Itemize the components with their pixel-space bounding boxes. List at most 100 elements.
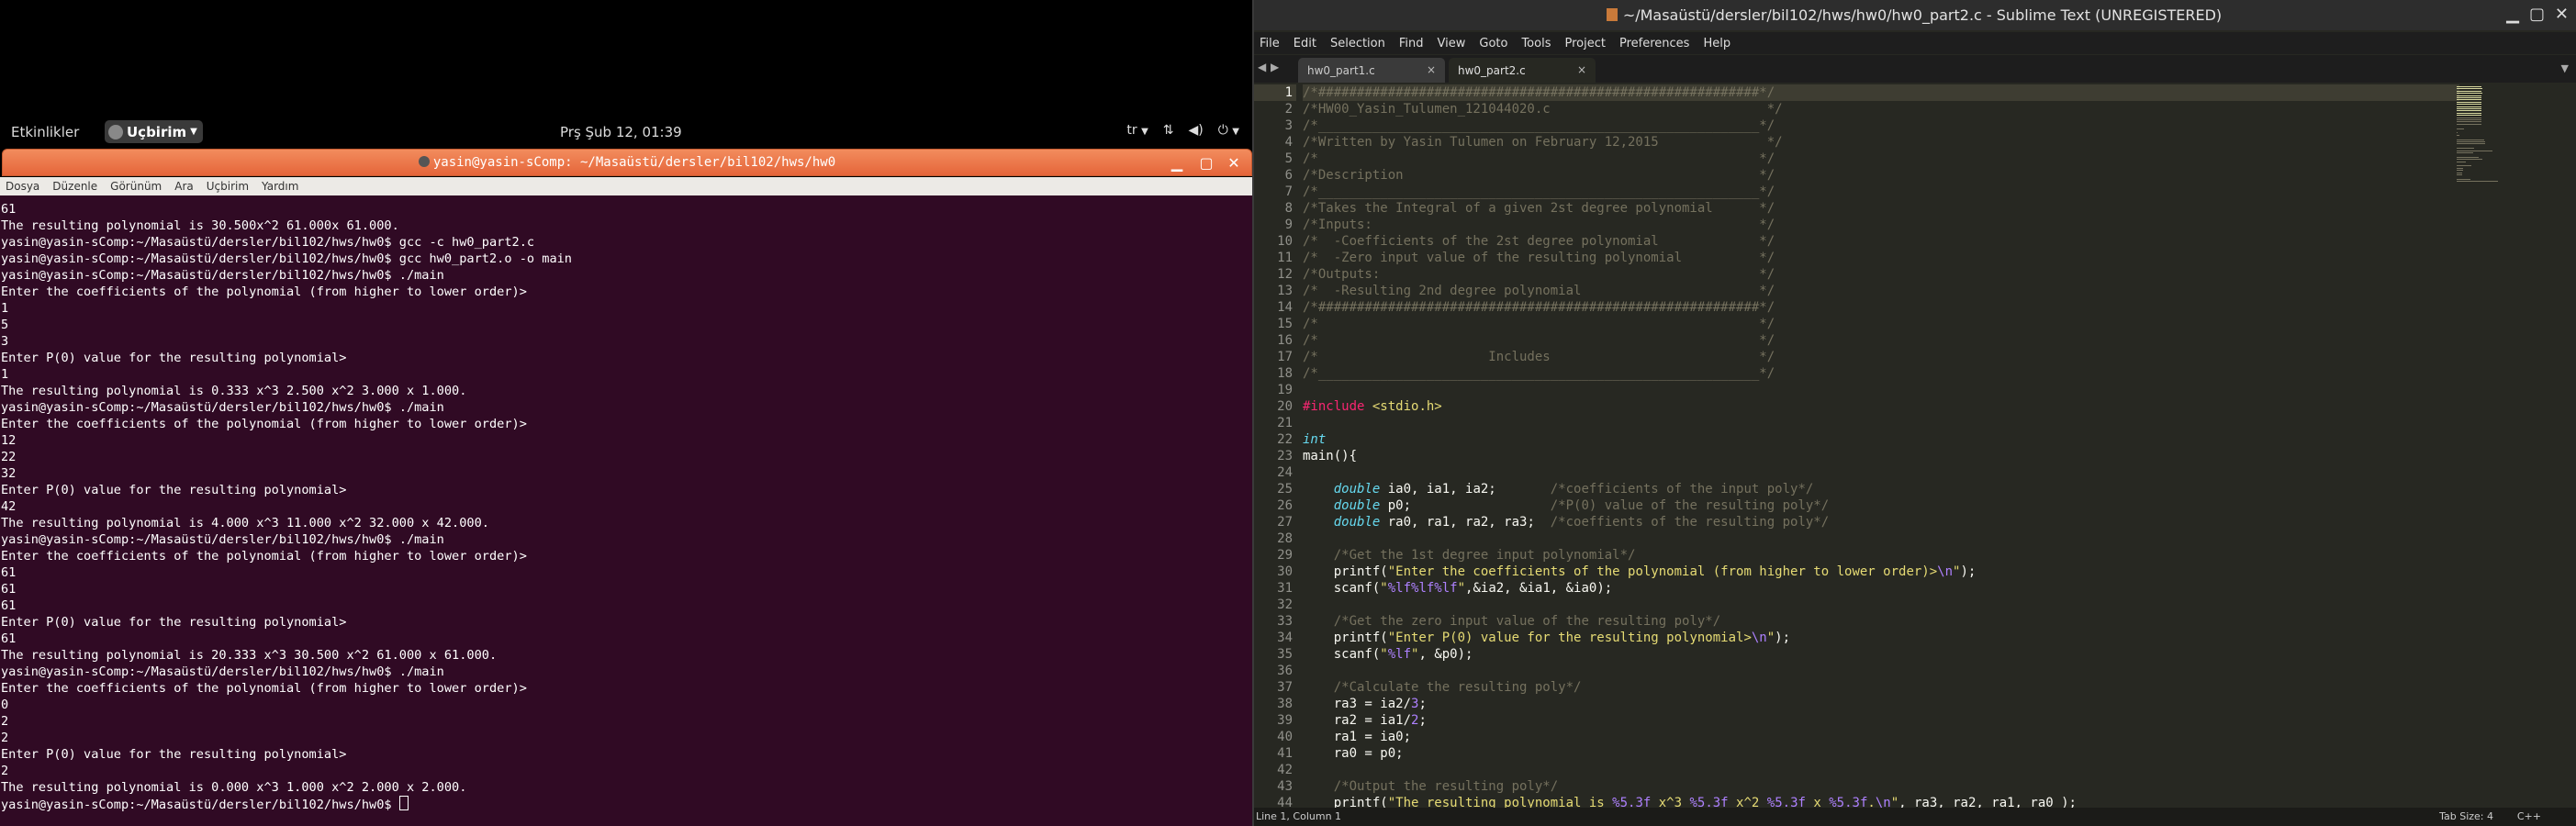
minimap-line <box>2457 156 2480 158</box>
sublime-menubar: File Edit Selection Find View Goto Tools… <box>1252 32 2576 54</box>
network-icon[interactable]: ⇅ <box>1163 123 1174 138</box>
code-token: x <box>1805 796 1830 808</box>
code-token: \n <box>1751 631 1767 645</box>
menu-terminal[interactable]: Uçbirim <box>207 180 249 193</box>
code-line: ra0 = p0; <box>1303 745 2459 762</box>
tab-label: hw0_part1.c <box>1307 64 1375 77</box>
close-icon[interactable]: ✕ <box>1226 155 1242 172</box>
line-number-gutter: 1 2 3 4 5 6 7 8 9 10 11 12 13 14 15 16 17 18 19 20 21 22 23 24 2… <box>1252 84 1296 808</box>
menu-help[interactable]: Yardım <box>262 180 298 193</box>
menu-file[interactable]: File <box>1260 37 1280 50</box>
code-token: int <box>1303 432 1327 447</box>
code-token: /*Written by Yasin Tulumen on February 1… <box>1303 135 1783 150</box>
menu-search[interactable]: Ara <box>174 180 194 193</box>
cursor-position: Line 1, Column 1 <box>1256 810 1342 822</box>
keyboard-layout-indicator[interactable]: tr ▼ <box>1126 123 1148 138</box>
code-line: /*Takes the Integral of a given 2st degr… <box>1303 200 2459 217</box>
terminal-line: Enter P(0) value for the resulting polyn… <box>1 483 347 497</box>
syntax-selector[interactable]: C++ <box>2517 810 2541 822</box>
maximize-icon[interactable]: ▢ <box>1198 155 1215 172</box>
menu-goto[interactable]: Goto <box>1479 37 1507 50</box>
code-token: " <box>1766 631 1775 645</box>
code-line: double ra0, ra1, ra2, ra3; /*coeffients … <box>1303 514 2459 530</box>
code-line: /*######################################… <box>1303 299 2459 316</box>
volume-icon[interactable]: ◀) <box>1189 123 1204 138</box>
minimize-icon[interactable]: ▁ <box>1169 155 1185 172</box>
code-line: /* -Resulting 2nd degree polynomial */ <box>1303 283 2459 299</box>
terminal-line: Enter P(0) value for the resulting polyn… <box>1 747 347 762</box>
menu-preferences[interactable]: Preferences <box>1619 37 1689 50</box>
power-icon[interactable]: ⏻ ▼ <box>1218 123 1239 138</box>
line-number: 7 <box>1284 184 1293 199</box>
code-token: printf( <box>1303 564 1388 579</box>
menu-file[interactable]: Dosya <box>6 180 39 193</box>
code-area[interactable]: /*######################################… <box>1303 84 2459 808</box>
menu-view[interactable]: View <box>1438 37 1466 50</box>
line-number: 21 <box>1277 416 1293 430</box>
terminal-line: 61 <box>1 202 17 217</box>
code-line: /*Inputs: */ <box>1303 217 2459 233</box>
line-number: 10 <box>1277 234 1293 249</box>
terminal-line: Enter P(0) value for the resulting polyn… <box>1 351 347 365</box>
minimap[interactable] <box>2455 86 2512 215</box>
menu-view[interactable]: Görünüm <box>110 180 162 193</box>
nav-forward-icon[interactable]: ▶ <box>1271 61 1279 73</box>
menu-help[interactable]: Help <box>1703 37 1730 50</box>
code-token: ,&ia2, &ia1, &ia0); <box>1465 581 1613 596</box>
code-token: scanf( <box>1303 581 1381 596</box>
minimize-icon[interactable]: ▁ <box>2506 5 2519 24</box>
terminal-line: The resulting polynomial is 30.500x^2 61… <box>1 218 399 233</box>
tab-hw0-part2[interactable]: hw0_part2.c × <box>1449 58 1596 83</box>
code-line: /* Includes */ <box>1303 349 2459 365</box>
menu-selection[interactable]: Selection <box>1330 37 1385 50</box>
line-number: 39 <box>1277 713 1293 728</box>
minimap-line <box>2457 121 2482 123</box>
code-line: main(){ <box>1303 448 2459 464</box>
terminal-line: yasin@yasin-sComp:~/Masaüstü/dersler/bil… <box>1 235 535 250</box>
menu-tools[interactable]: Tools <box>1521 37 1551 50</box>
app-menu-button[interactable]: Uçbirim ▼ <box>105 120 203 143</box>
terminal-line: Enter the coefficients of the polynomial… <box>1 549 527 564</box>
code-editor[interactable]: 1 2 3 4 5 6 7 8 9 10 11 12 13 14 15 16 17 18 19 20 21 22 23 24 2… <box>1252 84 2576 808</box>
close-icon[interactable]: × <box>1577 63 1586 76</box>
code-token: /*Inputs: */ <box>1303 218 1775 232</box>
menu-edit[interactable]: Edit <box>1294 37 1316 50</box>
line-number: 11 <box>1277 251 1293 265</box>
code-token: " <box>1380 581 1388 596</box>
sublime-titlebar[interactable]: ~/Masaüstü/dersler/bil102/hws/hw0/hw0_pa… <box>1252 0 2576 30</box>
activities-button[interactable]: Etkinlikler <box>11 124 79 140</box>
sublime-title: ~/Masaüstü/dersler/bil102/hws/hw0/hw0_pa… <box>1622 6 2223 24</box>
terminal-line: 61 <box>1 631 17 646</box>
clock[interactable]: Prş Şub 12, 01:39 <box>560 124 682 140</box>
code-line: ra2 = ia1/2; <box>1303 712 2459 729</box>
code-line: /*______________________________________… <box>1303 365 2459 382</box>
terminal-output[interactable]: 61 The resulting polynomial is 30.500x^2 … <box>0 195 1252 826</box>
code-token: x^2 <box>1728 796 1767 808</box>
terminal-titlebar[interactable]: yasin@yasin-sComp: ~/Masaüstü/dersler/bi… <box>2 149 1252 176</box>
terminal-line: 2 <box>1 764 9 778</box>
vertical-scrollbar[interactable] <box>2565 84 2576 808</box>
line-number: 23 <box>1277 449 1293 463</box>
code-line: ra1 = ia0; <box>1303 729 2459 745</box>
code-line: /*Get the zero input value of the result… <box>1303 613 2459 630</box>
close-icon[interactable]: × <box>1427 63 1436 76</box>
maximize-icon[interactable]: ▢ <box>2529 5 2545 24</box>
menu-project[interactable]: Project <box>1564 37 1605 50</box>
line-number: 30 <box>1277 564 1293 579</box>
menu-find[interactable]: Find <box>1399 37 1424 50</box>
code-line: /* */ <box>1303 332 2459 349</box>
terminal-cursor <box>398 796 409 810</box>
line-number: 19 <box>1277 383 1293 397</box>
line-number: 5 <box>1284 151 1293 166</box>
menu-edit[interactable]: Düzenle <box>52 180 97 193</box>
tab-hw0-part1[interactable]: hw0_part1.c × <box>1298 58 1445 83</box>
close-icon[interactable]: ✕ <box>2555 5 2569 24</box>
tab-size-selector[interactable]: Tab Size: 4 <box>2439 810 2493 822</box>
tab-list-icon[interactable]: ▼ <box>2561 62 2569 74</box>
terminal-prompt-line[interactable]: yasin@yasin-sComp:~/Masaüstü/dersler/bil… <box>1 796 1252 812</box>
nav-back-icon[interactable]: ◀ <box>1258 61 1266 73</box>
